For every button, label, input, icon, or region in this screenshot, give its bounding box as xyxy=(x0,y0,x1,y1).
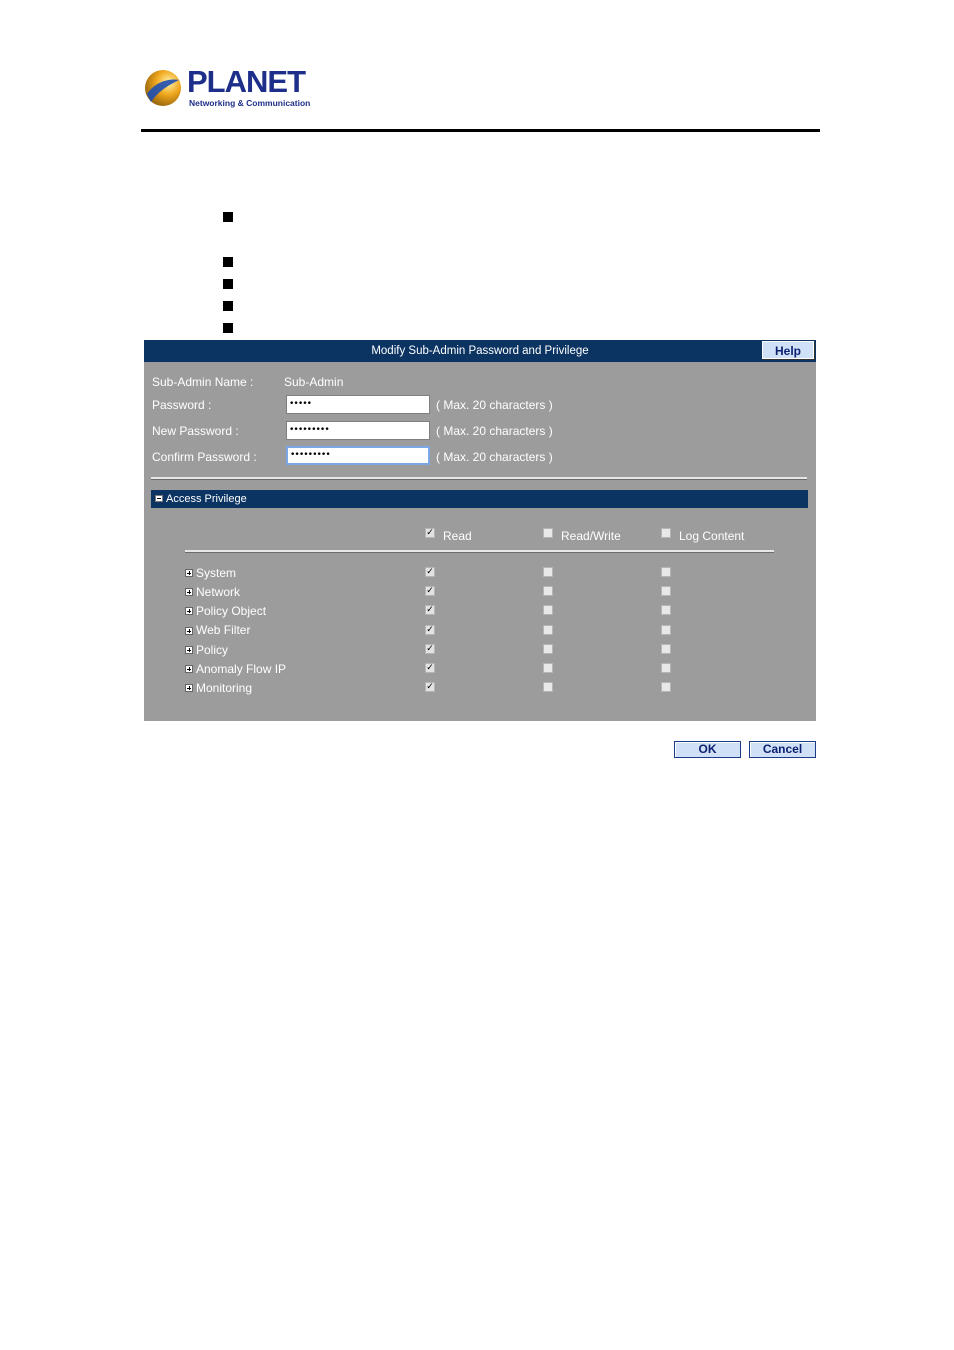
bullet-marker xyxy=(223,301,233,311)
expand-icon[interactable] xyxy=(185,684,193,692)
new-password-label: New Password : xyxy=(152,424,239,438)
confirm-password-label: Confirm Password : xyxy=(152,450,257,464)
readwrite-checkbox[interactable] xyxy=(543,605,553,615)
password-input[interactable]: ••••• xyxy=(286,395,430,414)
read-checkbox[interactable]: ✓ xyxy=(425,625,435,635)
bullet-marker xyxy=(223,212,233,222)
help-button[interactable]: Help xyxy=(762,341,814,359)
cancel-button[interactable]: Cancel xyxy=(749,741,816,758)
privilege-row-label: Network xyxy=(196,585,241,599)
readwrite-column-header: Read/Write xyxy=(561,529,621,543)
subadmin-name-value: Sub-Admin xyxy=(284,375,344,389)
confirm-password-hint: ( Max. 20 characters ) xyxy=(436,450,553,464)
confirm-password-input[interactable]: ••••••••• xyxy=(286,446,430,465)
password-label: Password : xyxy=(152,398,212,412)
readwrite-checkbox[interactable] xyxy=(543,682,553,692)
ok-button[interactable]: OK xyxy=(674,741,741,758)
expand-icon[interactable] xyxy=(185,646,193,654)
new-password-hint: ( Max. 20 characters ) xyxy=(436,424,553,438)
privilege-row-label: Policy xyxy=(196,643,229,657)
read-checkbox[interactable]: ✓ xyxy=(425,663,435,673)
header-rule xyxy=(141,129,820,132)
expand-icon[interactable] xyxy=(185,588,193,596)
access-privilege-label: Access Privilege xyxy=(166,493,247,505)
collapse-icon[interactable] xyxy=(155,495,163,502)
read-checkbox[interactable]: ✓ xyxy=(425,586,435,596)
privilege-row-label: Policy Object xyxy=(196,604,267,618)
readwrite-checkbox[interactable] xyxy=(543,663,553,673)
expand-icon[interactable] xyxy=(185,665,193,673)
bullet-marker xyxy=(223,323,233,333)
privilege-row-label: Monitoring xyxy=(196,681,253,695)
log-content-column-header: Log Content xyxy=(679,529,745,543)
readwrite-all-checkbox[interactable] xyxy=(543,528,553,538)
privilege-row-label: Anomaly Flow IP xyxy=(196,662,287,676)
readwrite-checkbox[interactable] xyxy=(543,586,553,596)
log-content-all-checkbox[interactable] xyxy=(661,528,671,538)
read-checkbox[interactable]: ✓ xyxy=(425,644,435,654)
form-separator xyxy=(151,477,807,480)
read-checkbox[interactable]: ✓ xyxy=(425,605,435,615)
log-content-checkbox[interactable] xyxy=(661,586,671,596)
expand-icon[interactable] xyxy=(185,627,193,635)
read-column-header: Read xyxy=(443,529,472,543)
access-privilege-header[interactable]: Access Privilege xyxy=(151,490,808,508)
log-content-checkbox[interactable] xyxy=(661,567,671,577)
panel-title: Modify Sub-Admin Password and Privilege xyxy=(371,345,589,357)
bullet-marker xyxy=(223,257,233,267)
log-content-checkbox[interactable] xyxy=(661,682,671,692)
password-hint: ( Max. 20 characters ) xyxy=(436,398,553,412)
privilege-row-label: Web Filter xyxy=(196,623,251,637)
panel-title-bar: Modify Sub-Admin Password and Privilege … xyxy=(144,340,816,362)
readwrite-checkbox[interactable] xyxy=(543,625,553,635)
log-content-checkbox[interactable] xyxy=(661,663,671,673)
log-content-checkbox[interactable] xyxy=(661,605,671,615)
planet-logo: PLANET Networking & Communication xyxy=(143,66,313,110)
expand-icon[interactable] xyxy=(185,569,193,577)
new-password-input[interactable]: ••••••••• xyxy=(286,421,430,440)
subadmin-name-label: Sub-Admin Name : xyxy=(152,375,254,389)
readwrite-checkbox[interactable] xyxy=(543,567,553,577)
modify-subadmin-panel: Modify Sub-Admin Password and Privilege … xyxy=(144,340,816,721)
brand-name: PLANET xyxy=(187,64,306,99)
privilege-header-separator xyxy=(185,550,774,553)
read-all-checkbox[interactable]: ✓ xyxy=(425,528,435,538)
bullet-marker xyxy=(223,279,233,289)
expand-icon[interactable] xyxy=(185,607,193,615)
readwrite-checkbox[interactable] xyxy=(543,644,553,654)
brand-tagline: Networking & Communication xyxy=(189,98,311,108)
privilege-row-label: System xyxy=(196,566,237,580)
log-content-checkbox[interactable] xyxy=(661,644,671,654)
log-content-checkbox[interactable] xyxy=(661,625,671,635)
read-checkbox[interactable]: ✓ xyxy=(425,567,435,577)
read-checkbox[interactable]: ✓ xyxy=(425,682,435,692)
globe-logo-icon xyxy=(145,70,181,106)
